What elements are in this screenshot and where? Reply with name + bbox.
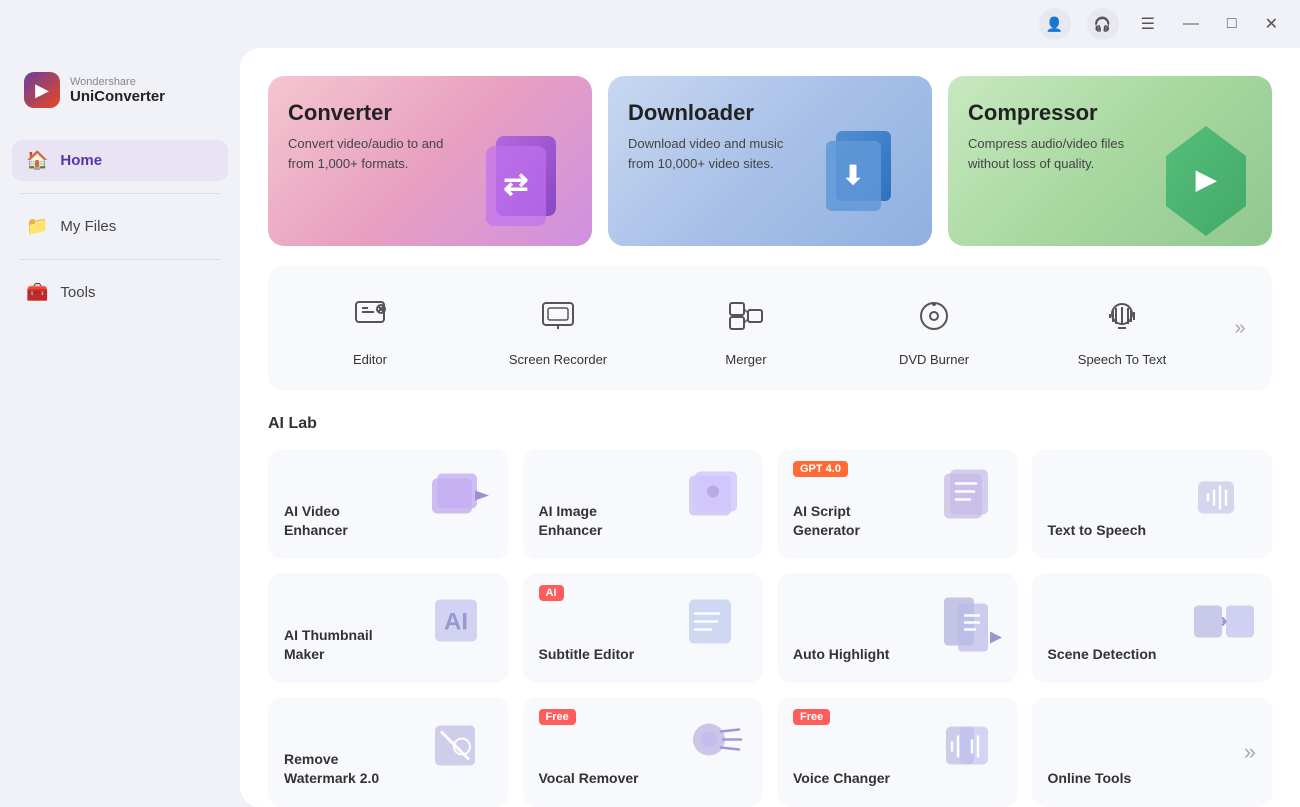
- ai-video-enhancer-card[interactable]: AI VideoEnhancer: [268, 449, 509, 559]
- scene-detection-card[interactable]: Scene Detection: [1032, 573, 1273, 683]
- online-tools-card[interactable]: Online Tools »: [1032, 697, 1273, 807]
- myfiles-icon: 📁: [26, 216, 48, 237]
- sidebar-divider-1: [20, 193, 220, 194]
- tool-editor[interactable]: Editor: [276, 282, 464, 375]
- remove-watermark-title: RemoveWatermark 2.0: [284, 750, 493, 789]
- subtitle-editor-title: Subtitle Editor: [539, 645, 748, 665]
- free-badge-vocal: Free: [539, 709, 576, 725]
- compressor-card[interactable]: Compressor Compress audio/video files wi…: [948, 76, 1272, 246]
- dvd-burner-label: DVD Burner: [899, 352, 969, 367]
- tool-screen-recorder[interactable]: Screen Recorder: [464, 282, 652, 375]
- menu-icon[interactable]: ☰: [1135, 10, 1161, 38]
- tool-speech-to-text[interactable]: Speech To Text: [1028, 282, 1216, 375]
- speech-to-text-label: Speech To Text: [1078, 352, 1166, 367]
- minimize-button[interactable]: —: [1177, 11, 1205, 37]
- tool-merger[interactable]: Merger: [652, 282, 840, 375]
- logo-brand: Wondershare: [70, 76, 165, 88]
- ai-badge: AI: [539, 585, 564, 601]
- app-layout: ▶ Wondershare UniConverter 🏠 Home 📁 My F…: [0, 48, 1300, 807]
- vocal-remover-card[interactable]: Free Vocal Remover: [523, 697, 764, 807]
- subtitle-editor-card[interactable]: AI Subtitle Editor: [523, 573, 764, 683]
- merger-icon: [720, 290, 772, 342]
- titlebar-controls: 👤 🎧 ☰ — □ ✕: [1039, 8, 1284, 40]
- speech-to-text-icon: [1096, 290, 1148, 342]
- main-content: Converter Convert video/audio to and fro…: [240, 48, 1300, 807]
- free-badge-voice: Free: [793, 709, 830, 725]
- compressor-icon: ▶: [1156, 116, 1256, 246]
- vocal-remover-title: Vocal Remover: [539, 769, 748, 789]
- ai-image-enhancer-card[interactable]: AI ImageEnhancer: [523, 449, 764, 559]
- ai-script-generator-title: AI ScriptGenerator: [793, 502, 1002, 541]
- sidebar-item-myfiles-label: My Files: [60, 218, 116, 235]
- home-icon: 🏠: [26, 150, 48, 171]
- downloader-desc: Download video and music from 10,000+ vi…: [628, 134, 808, 173]
- voice-changer-title: Voice Changer: [793, 769, 1002, 789]
- downloader-card[interactable]: Downloader Download video and music from…: [608, 76, 932, 246]
- sidebar-divider-2: [20, 259, 220, 260]
- converter-icon: ⇄: [476, 116, 576, 246]
- sidebar-item-home[interactable]: 🏠 Home: [12, 140, 228, 181]
- svg-text:⬇: ⬇: [842, 160, 864, 190]
- online-tools-more-icon: »: [1244, 739, 1256, 765]
- editor-label: Editor: [353, 352, 387, 367]
- online-tools-title: Online Tools: [1048, 769, 1257, 789]
- sidebar-item-tools-label: Tools: [60, 284, 95, 301]
- remove-watermark-card[interactable]: RemoveWatermark 2.0: [268, 697, 509, 807]
- tool-dvd-burner[interactable]: DVD Burner: [840, 282, 1028, 375]
- close-button[interactable]: ✕: [1259, 10, 1284, 38]
- editor-icon: [344, 290, 396, 342]
- feature-cards: Converter Convert video/audio to and fro…: [268, 76, 1272, 246]
- ai-image-enhancer-title: AI ImageEnhancer: [539, 502, 748, 541]
- sidebar-item-home-label: Home: [60, 152, 102, 169]
- scene-detection-title: Scene Detection: [1048, 645, 1257, 665]
- voice-changer-card[interactable]: Free Voice Changer: [777, 697, 1018, 807]
- logo-area: ▶ Wondershare UniConverter: [12, 64, 228, 116]
- converter-card[interactable]: Converter Convert video/audio to and fro…: [268, 76, 592, 246]
- dvd-burner-icon: [908, 290, 960, 342]
- svg-text:▶: ▶: [1195, 164, 1217, 194]
- screen-recorder-label: Screen Recorder: [509, 352, 607, 367]
- sidebar-item-tools[interactable]: 🧰 Tools: [12, 272, 228, 313]
- tools-more-icon: »: [1234, 317, 1245, 340]
- svg-text:⇄: ⇄: [503, 168, 528, 201]
- merger-label: Merger: [725, 352, 766, 367]
- tools-row: Editor Screen Recorder: [268, 266, 1272, 391]
- ai-thumbnail-maker-title: AI ThumbnailMaker: [284, 626, 493, 665]
- auto-highlight-card[interactable]: Auto Highlight: [777, 573, 1018, 683]
- logo-text: Wondershare UniConverter: [70, 76, 165, 105]
- auto-highlight-title: Auto Highlight: [793, 645, 1002, 665]
- tools-icon: 🧰: [26, 282, 48, 303]
- sidebar: ▶ Wondershare UniConverter 🏠 Home 📁 My F…: [0, 48, 240, 807]
- text-to-speech-title: Text to Speech: [1048, 521, 1257, 541]
- gpt-badge: GPT 4.0: [793, 461, 848, 477]
- downloader-icon: ⬇: [816, 116, 916, 246]
- avatar-icon[interactable]: 👤: [1039, 8, 1071, 40]
- ai-script-generator-card[interactable]: GPT 4.0 AI ScriptGenerator: [777, 449, 1018, 559]
- text-to-speech-card[interactable]: Text to Speech: [1032, 449, 1273, 559]
- logo-name: UniConverter: [70, 88, 165, 105]
- tools-more-button[interactable]: »: [1216, 317, 1264, 340]
- ai-video-enhancer-title: AI VideoEnhancer: [284, 502, 493, 541]
- screen-recorder-icon: [532, 290, 584, 342]
- maximize-button[interactable]: □: [1221, 11, 1243, 37]
- ai-lab-grid: AI VideoEnhancer AI ImageEnhancer GPT 4.…: [268, 449, 1272, 807]
- ai-lab-label: AI Lab: [268, 415, 1272, 433]
- ai-thumbnail-maker-card[interactable]: AI AI ThumbnailMaker: [268, 573, 509, 683]
- app-logo-icon: ▶: [24, 72, 60, 108]
- compressor-desc: Compress audio/video files without loss …: [968, 134, 1148, 173]
- headset-icon[interactable]: 🎧: [1087, 8, 1119, 40]
- converter-desc: Convert video/audio to and from 1,000+ f…: [288, 134, 468, 173]
- sidebar-item-myfiles[interactable]: 📁 My Files: [12, 206, 228, 247]
- titlebar: 👤 🎧 ☰ — □ ✕: [0, 0, 1300, 48]
